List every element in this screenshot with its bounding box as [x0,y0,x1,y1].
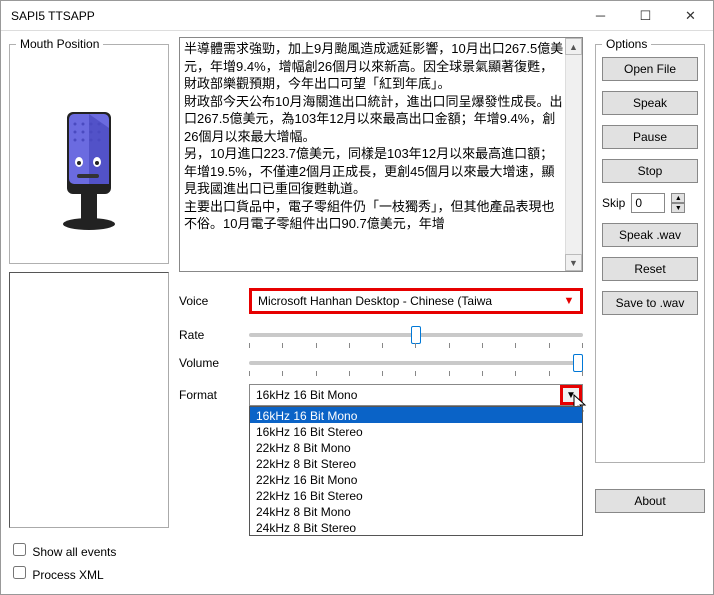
scrollbar-track[interactable] [565,55,582,254]
tts-text-area[interactable]: 半導體需求強勁，加上9月颱風造成遞延影響，10月出口267.5億美元，年增9.4… [179,37,583,272]
format-option[interactable]: 24kHz 8 Bit Mono [250,503,582,519]
mouth-avatar [16,57,162,257]
tts-text-content: 半導體需求強勁，加上9月颱風造成遞延影響，10月出口267.5億美元，年增9.4… [180,38,582,235]
about-button[interactable]: About [595,489,705,513]
format-option[interactable]: 22kHz 8 Bit Mono [250,439,582,455]
scroll-up-button[interactable]: ▲ [565,38,582,55]
save-wav-button[interactable]: Save to .wav [602,291,698,315]
show-all-events-checkbox[interactable]: Show all events [9,540,169,559]
volume-slider[interactable] [249,361,583,365]
format-selected-text: 16kHz 16 Bit Mono [256,388,357,402]
options-group: Options Open File Speak Pause Stop Skip … [595,37,705,463]
format-dropdown-button[interactable]: ▼ [560,385,582,405]
voice-selected-text: Microsoft Hanhan Desktop - Chinese (Taiw… [258,294,492,308]
skip-spinner[interactable]: ▲ ▼ [671,193,685,213]
volume-slider-thumb[interactable] [573,354,583,372]
format-option[interactable]: 22kHz 16 Bit Stereo [250,487,582,503]
skip-label: Skip [602,196,625,210]
format-option[interactable]: 16kHz 16 Bit Mono [250,407,582,423]
skip-up-button[interactable]: ▲ [671,193,685,203]
stop-button[interactable]: Stop [602,159,698,183]
rate-label: Rate [179,328,249,342]
voice-select[interactable]: Microsoft Hanhan Desktop - Chinese (Taiw… [249,288,583,314]
rate-slider[interactable] [249,333,583,337]
skip-input[interactable] [631,193,665,213]
format-option[interactable]: 16kHz 16 Bit Stereo [250,423,582,439]
titlebar: SAPI5 TTSAPP ─ ☐ ✕ [1,1,713,31]
show-all-events-input[interactable] [13,543,26,556]
mouth-position-legend: Mouth Position [16,37,103,51]
format-option[interactable]: 22kHz 8 Bit Stereo [250,455,582,471]
microphone-avatar-icon [39,82,139,232]
format-option[interactable]: 24kHz 8 Bit Stereo [250,519,582,535]
speak-wav-button[interactable]: Speak .wav [602,223,698,247]
events-listbox[interactable] [9,272,169,528]
mouth-position-group: Mouth Position [9,37,169,264]
rate-slider-thumb[interactable] [411,326,421,344]
close-button[interactable]: ✕ [668,1,713,30]
process-xml-checkbox[interactable]: Process XML [9,563,169,582]
options-legend: Options [602,37,651,51]
volume-label: Volume [179,356,249,370]
format-dropdown-list[interactable]: 16kHz 16 Bit Mono16kHz 16 Bit Stereo22kH… [249,406,583,536]
reset-button[interactable]: Reset [602,257,698,281]
open-file-button[interactable]: Open File [602,57,698,81]
minimize-button[interactable]: ─ [578,1,623,30]
format-label: Format [179,388,249,402]
voice-label: Voice [179,294,249,308]
window-title: SAPI5 TTSAPP [11,9,578,23]
format-select[interactable]: 16kHz 16 Bit Mono ▼ [249,384,583,406]
voice-dropdown-arrow-icon[interactable]: ▼ [560,293,578,309]
format-option[interactable]: 22kHz 16 Bit Mono [250,471,582,487]
speak-button[interactable]: Speak [602,91,698,115]
maximize-button[interactable]: ☐ [623,1,668,30]
process-xml-input[interactable] [13,566,26,579]
skip-down-button[interactable]: ▼ [671,203,685,213]
pause-button[interactable]: Pause [602,125,698,149]
scroll-down-button[interactable]: ▼ [565,254,582,271]
